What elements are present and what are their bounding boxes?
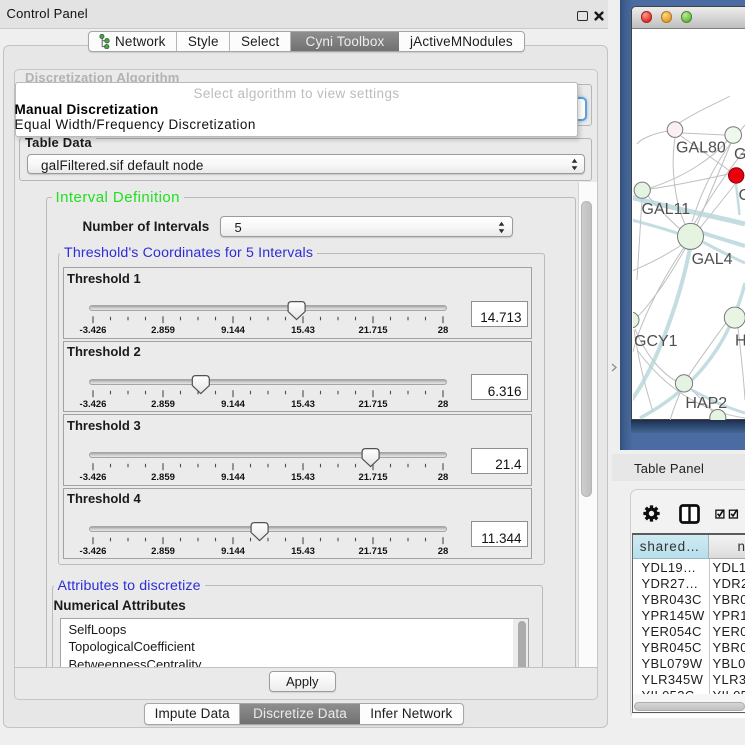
svg-text:21.715: 21.715 <box>358 472 388 483</box>
svg-text:2.859: 2.859 <box>151 546 175 557</box>
svg-text:21.715: 21.715 <box>358 325 388 336</box>
svg-text:GAL11: GAL11 <box>642 201 691 218</box>
svg-text:9.144: 9.144 <box>221 546 245 557</box>
svg-text:9.144: 9.144 <box>221 472 245 483</box>
svg-text:2.859: 2.859 <box>151 325 175 336</box>
svg-text:C: C <box>739 187 745 204</box>
svg-text:GAL80: GAL80 <box>676 140 726 157</box>
svg-text:28: 28 <box>438 472 449 483</box>
svg-text:-3.426: -3.426 <box>80 325 107 336</box>
svg-text:9.144: 9.144 <box>221 325 245 336</box>
svg-text:-3.426: -3.426 <box>80 546 107 557</box>
svg-text:15.43: 15.43 <box>291 399 315 410</box>
svg-text:21.715: 21.715 <box>358 399 388 410</box>
svg-text:GAL4: GAL4 <box>692 251 733 268</box>
svg-text:-3.426: -3.426 <box>80 399 107 410</box>
svg-text:28: 28 <box>438 546 449 557</box>
svg-text:21.715: 21.715 <box>358 546 388 557</box>
svg-text:2.859: 2.859 <box>151 472 175 483</box>
svg-text:2.859: 2.859 <box>151 399 175 410</box>
svg-text:H: H <box>735 333 745 350</box>
svg-text:HAP2: HAP2 <box>685 395 727 412</box>
svg-text:9.144: 9.144 <box>221 399 245 410</box>
svg-text:GCY1: GCY1 <box>634 333 678 350</box>
svg-text:15.43: 15.43 <box>291 325 315 336</box>
svg-text:28: 28 <box>438 399 449 410</box>
svg-text:15.43: 15.43 <box>291 546 315 557</box>
svg-text:GA: GA <box>734 146 745 163</box>
svg-text:15.43: 15.43 <box>291 472 315 483</box>
svg-text:-3.426: -3.426 <box>80 472 107 483</box>
svg-text:28: 28 <box>438 325 449 336</box>
